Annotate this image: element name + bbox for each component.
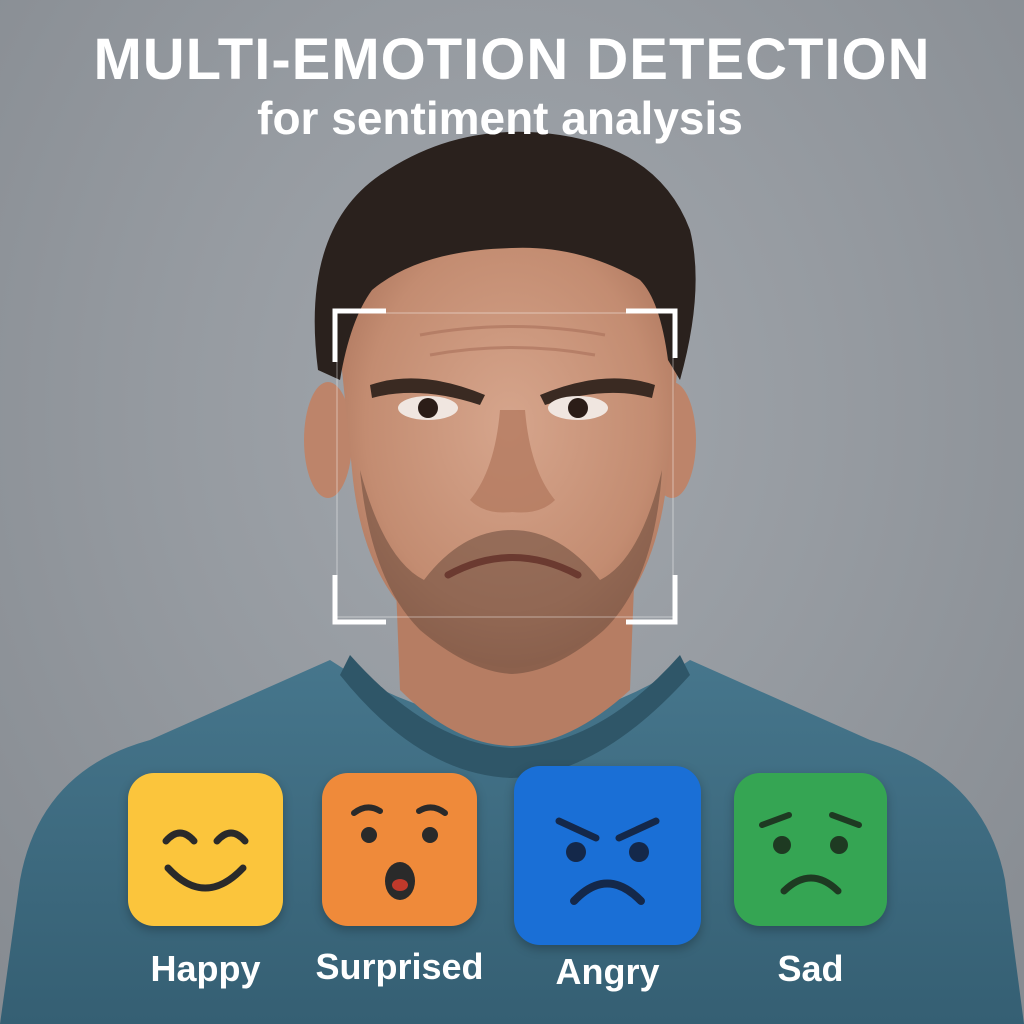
surprised-face-icon <box>322 773 477 926</box>
emotion-label: Sad <box>777 948 844 989</box>
emotion-sad: Sad <box>734 773 887 989</box>
sad-face-icon <box>734 773 887 926</box>
emotion-surprised: Surprised <box>315 773 484 987</box>
happy-face-icon <box>128 773 283 926</box>
left-pupil <box>418 398 438 418</box>
emotion-happy: Happy <box>128 773 283 989</box>
left-ear <box>304 382 352 498</box>
page-title: MULTI-EMOTION DETECTION <box>93 27 931 92</box>
stage: MULTI-EMOTION DETECTION for sentiment an… <box>0 0 1024 1024</box>
right-pupil <box>568 398 588 418</box>
angry-face-icon <box>514 766 701 945</box>
page-subtitle: for sentiment analysis <box>257 92 743 144</box>
emotion-angry: Angry <box>514 766 701 992</box>
